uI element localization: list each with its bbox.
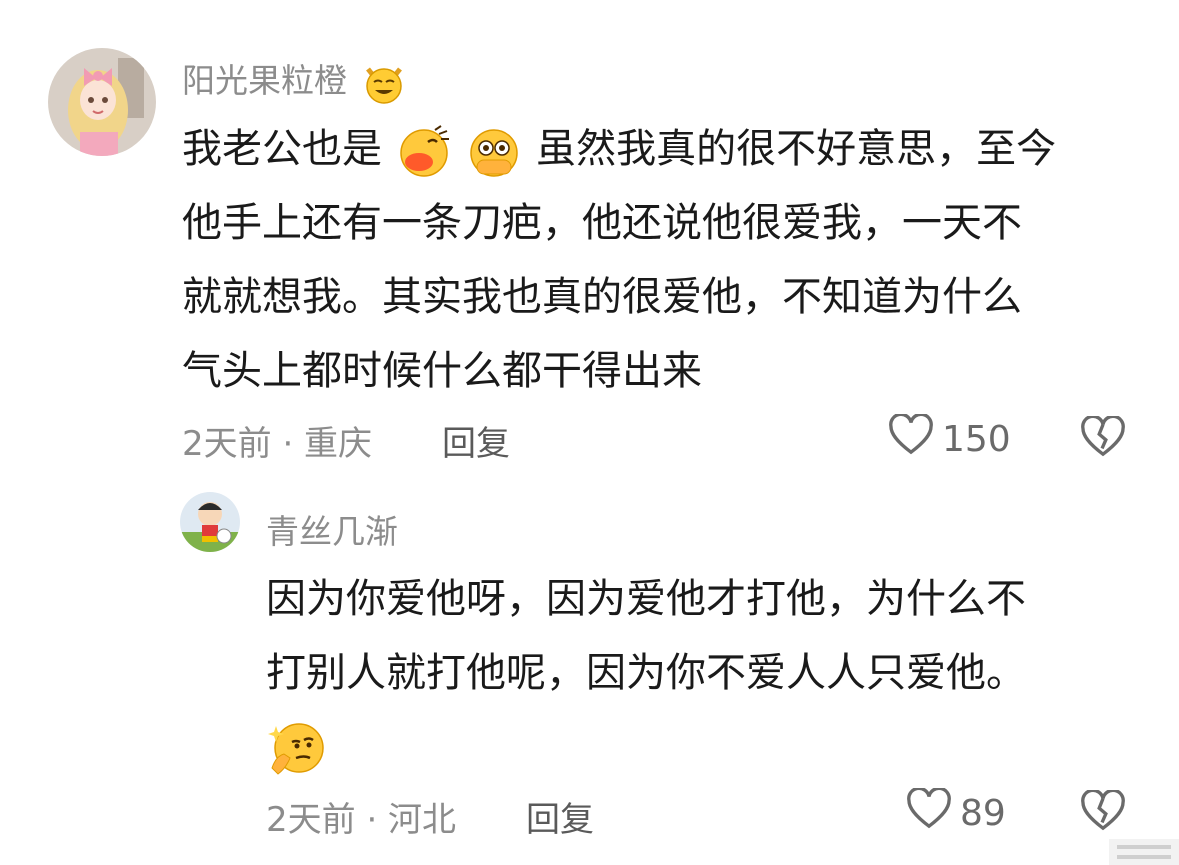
comment-line: 我老公也是 虽然我真的很不好意思，至今 [182,112,1122,186]
reply-line [266,710,1136,784]
reply-time-location: 2天前 · 河北 [266,800,457,840]
reply-body: 因为你爱他呀，因为爱他才打他，为什么不 打别人就打他呢，因为你不爱人人只爱他。 [266,562,1136,784]
reply-like-count: 89 [960,793,1006,834]
reply-button[interactable]: 回复 [442,416,510,465]
cat-grin-icon [362,61,406,105]
comment-line: 就就想我。其实我也真的很爱他，不知道为什么 [182,274,1022,320]
replier-username[interactable]: 青丝几渐 [266,505,398,553]
thinking-face-icon [266,718,328,780]
broken-heart-icon [1080,788,1126,836]
commenter-username[interactable]: 阳光果粒橙 [182,54,406,105]
comment-line: 气头上都时候什么都干得出来 [182,348,702,394]
heart-icon [906,786,952,839]
reply-line: 因为你爱他呀，因为爱他才打他，为什么不 [266,576,1026,622]
dislike-button[interactable] [1080,414,1126,462]
comment-time-location: 2天前 · 重庆 [182,424,373,464]
reply-reply-button[interactable]: 回复 [526,792,594,841]
reply-like-button[interactable]: 89 [906,786,1006,839]
reply-line: 打别人就打他呢，因为你不爱人人只爱他。 [266,650,1026,696]
flushed-hiding-face-icon [465,122,523,180]
broken-heart-icon [1080,414,1126,462]
reply-dislike-button[interactable] [1080,788,1126,836]
kissing-duck-face-icon [395,122,453,180]
comment-line: 他手上还有一条刀疤，他还说他很爱我，一天不 [182,200,1022,246]
watermark [1109,839,1179,865]
comment-body: 我老公也是 虽然我真的很不好意思，至今 他手上还有一条刀疤，他还说他很爱我，一天… [182,112,1122,408]
heart-icon [888,412,934,465]
like-count: 150 [942,419,1011,460]
like-button[interactable]: 150 [888,412,1011,465]
replier-avatar[interactable] [180,492,240,552]
commenter-avatar[interactable] [48,48,156,156]
